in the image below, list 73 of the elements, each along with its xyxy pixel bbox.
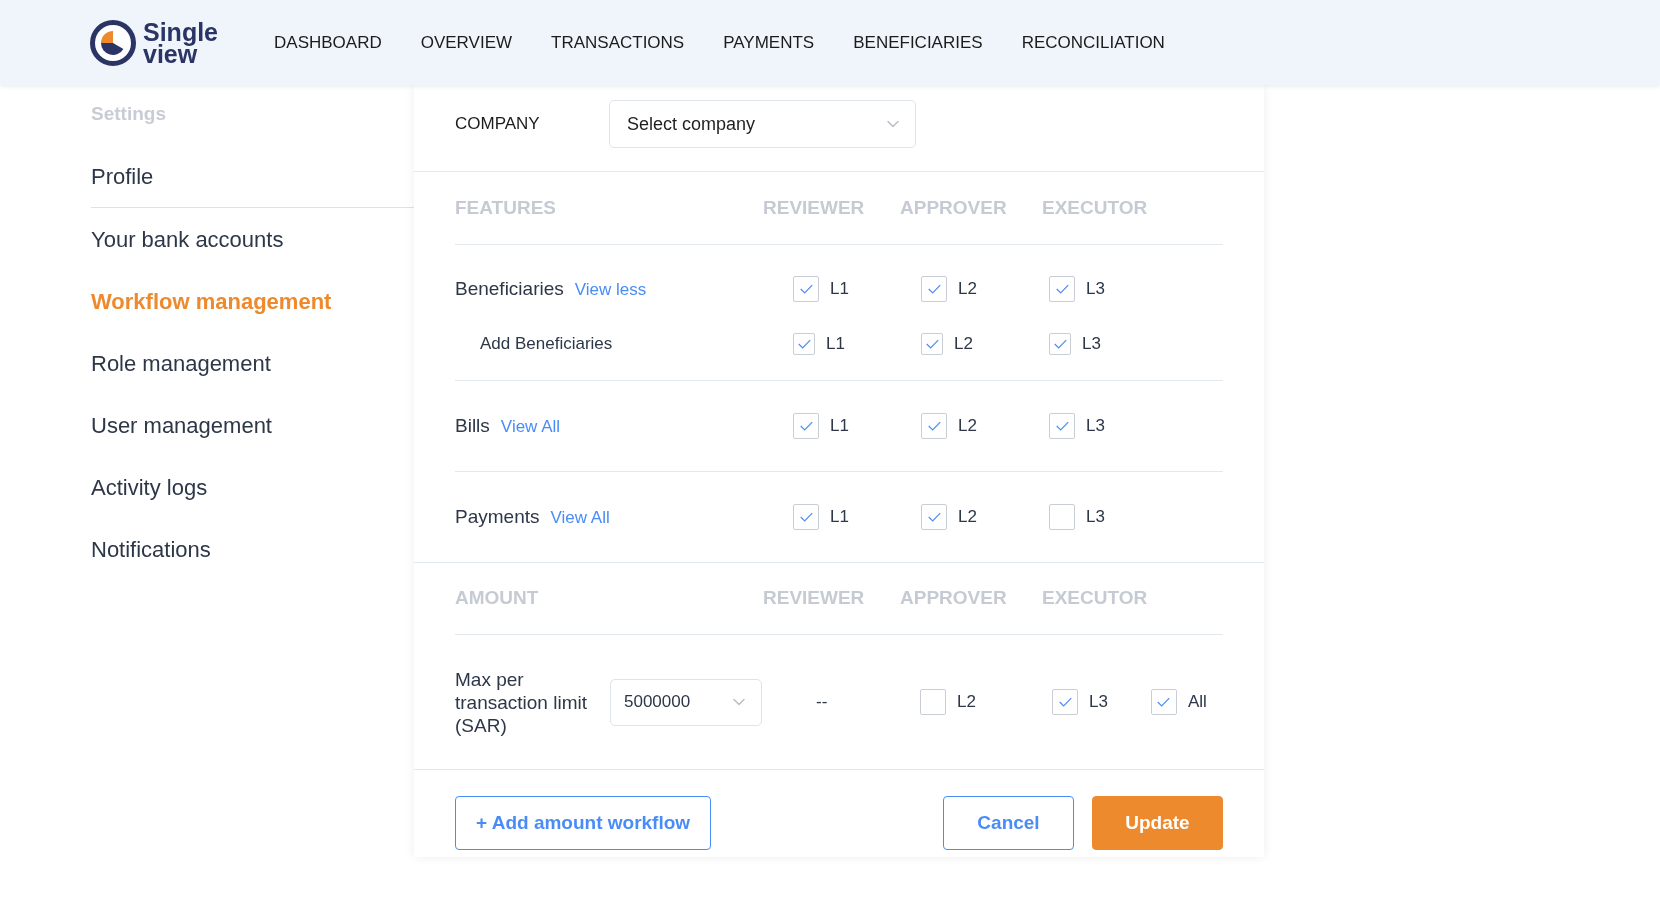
- column-header: REVIEWER: [763, 587, 865, 609]
- feature-name: Payments: [455, 504, 540, 529]
- check-icon: [799, 284, 813, 294]
- checkbox[interactable]: [793, 276, 819, 302]
- check-icon: [1058, 697, 1072, 707]
- check-icon: [1053, 339, 1067, 349]
- checkbox[interactable]: [1049, 504, 1075, 530]
- level-label: L1: [830, 415, 849, 438]
- check-icon: [1055, 421, 1069, 431]
- check-icon: [1157, 697, 1171, 707]
- checkbox[interactable]: [921, 413, 947, 439]
- sidebar-item[interactable]: Notifications: [91, 532, 211, 566]
- checkbox[interactable]: [793, 504, 819, 530]
- check-icon: [925, 339, 939, 349]
- check-icon: [797, 339, 811, 349]
- nav-link[interactable]: TRANSACTIONS: [551, 29, 685, 56]
- sidebar-item[interactable]: Activity logs: [91, 470, 208, 504]
- level-label: L2: [958, 415, 977, 438]
- level-label: L1: [830, 506, 849, 529]
- column-header: APPROVER: [900, 196, 1007, 218]
- checkbox[interactable]: [793, 413, 819, 439]
- column-header: EXECUTOR: [1042, 587, 1148, 609]
- feature-name: Beneficiaries: [455, 276, 564, 301]
- level-label: L3: [1082, 333, 1101, 356]
- level-label: L2: [958, 506, 977, 529]
- nav-link[interactable]: DASHBOARD: [274, 29, 382, 56]
- column-header: AMOUNT: [455, 587, 539, 609]
- checkbox[interactable]: [921, 333, 943, 355]
- level-label: L1: [830, 278, 849, 301]
- level-label: L2: [958, 278, 977, 301]
- check-icon: [799, 512, 813, 522]
- level-label: L3: [1086, 506, 1105, 529]
- empty-value: --: [816, 692, 828, 712]
- level-label: L2: [954, 333, 973, 356]
- sidebar-item[interactable]: Profile: [91, 159, 154, 193]
- level-label: L3: [1086, 278, 1105, 301]
- amount-select[interactable]: 5000000: [610, 678, 762, 726]
- level-label: L1: [826, 333, 845, 356]
- nav-link[interactable]: OVERVIEW: [420, 29, 513, 56]
- check-icon: [927, 421, 941, 431]
- checkbox[interactable]: [793, 333, 815, 355]
- feature-name: Bills: [455, 413, 490, 438]
- field-label: COMPANY: [455, 113, 541, 135]
- checkbox[interactable]: [920, 689, 946, 715]
- column-header: APPROVER: [900, 587, 1007, 609]
- nav-link[interactable]: BENEFICIARIES: [853, 29, 983, 56]
- sidebar-item[interactable]: User management: [91, 408, 272, 442]
- checkbox[interactable]: [1049, 333, 1071, 355]
- level-label: L3: [1086, 415, 1105, 438]
- checkbox[interactable]: [1049, 413, 1075, 439]
- check-icon: [927, 284, 941, 294]
- checkbox[interactable]: [921, 504, 947, 530]
- logo-icon: [90, 19, 136, 66]
- check-icon: [1055, 284, 1069, 294]
- column-header: FEATURES: [455, 196, 556, 218]
- feature-name: Add Beneficiaries: [480, 333, 613, 356]
- check-icon: [927, 512, 941, 522]
- sidebar-item[interactable]: Role management: [91, 346, 271, 380]
- limit-label: Max per transaction limit (SAR): [455, 667, 588, 737]
- checkbox[interactable]: [1049, 276, 1075, 302]
- column-header: EXECUTOR: [1042, 196, 1148, 218]
- nav-link[interactable]: PAYMENTS: [723, 29, 815, 56]
- check-icon: [799, 421, 813, 431]
- sidebar-item[interactable]: Your bank accounts: [91, 222, 284, 256]
- checkbox[interactable]: [921, 276, 947, 302]
- checkbox[interactable]: [1150, 689, 1177, 715]
- level-label: L3: [1089, 691, 1108, 714]
- nav-link[interactable]: RECONCILIATION: [1021, 29, 1165, 56]
- column-header: REVIEWER: [763, 196, 865, 218]
- level-label: L2: [957, 691, 976, 714]
- checkbox[interactable]: [1052, 689, 1078, 715]
- company-select[interactable]: Select company: [609, 100, 916, 148]
- level-label: All: [1187, 691, 1207, 714]
